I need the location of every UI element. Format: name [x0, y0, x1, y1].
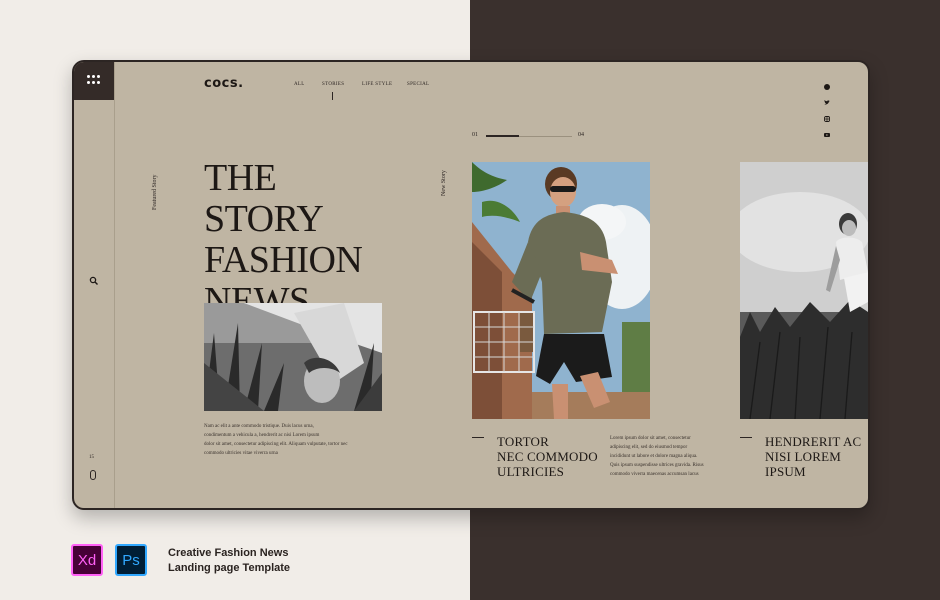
- new-story-label: New Story: [441, 170, 447, 196]
- nav-item-all[interactable]: ALL: [294, 82, 305, 87]
- pager-current: 01: [472, 132, 478, 138]
- nav-item-stories[interactable]: STORIES: [322, 82, 344, 87]
- twitter-icon[interactable]: [824, 100, 830, 106]
- scroll-mouse-icon[interactable]: [90, 470, 96, 480]
- story-2-title[interactable]: HENDRERIT AC NISI LOREM IPSUM: [765, 434, 861, 479]
- featured-story-image[interactable]: [204, 303, 382, 411]
- hero-body-text: Nam ac elit a ante commodo tristique. Du…: [204, 424, 348, 456]
- featured-story-label: Featured Story: [152, 174, 158, 211]
- hero-headline: THE STORY FASHION NEWS: [204, 157, 363, 322]
- story-1-body: Lorem ipsum dolor sit amet, consectetur …: [610, 436, 704, 477]
- instagram-icon[interactable]: [824, 116, 830, 122]
- story-2-image[interactable]: [740, 162, 868, 419]
- nav-item-special[interactable]: SPECIAL: [407, 82, 429, 87]
- pager-progress: [486, 135, 519, 137]
- story-count: 15: [89, 455, 94, 460]
- story-2-dash: [740, 437, 752, 438]
- promo-caption: Creative Fashion News Landing page Templ…: [168, 547, 291, 574]
- pager-total: 04: [578, 132, 584, 138]
- sidebar-divider: [114, 62, 115, 508]
- facebook-icon[interactable]: [824, 84, 830, 90]
- brand-logo[interactable]: cocs.: [204, 76, 244, 91]
- grid-menu-icon: [87, 75, 101, 85]
- menu-button[interactable]: [74, 62, 114, 100]
- new-story-image[interactable]: [472, 162, 650, 419]
- nav-item-life-style[interactable]: LIFE STYLE: [362, 82, 392, 87]
- adobe-xd-icon: Xd: [71, 544, 103, 576]
- story-1-dash: [472, 437, 484, 438]
- youtube-icon[interactable]: [824, 132, 830, 138]
- search-icon[interactable]: [89, 276, 99, 286]
- nav-active-indicator: [332, 92, 333, 100]
- story-1-title[interactable]: TORTOR NEC COMMODO ULTRICIES: [497, 434, 598, 479]
- photoshop-icon: Ps: [115, 544, 147, 576]
- browser-mockup: cocs. ALL STORIES LIFE STYLE SPECIAL Fea…: [72, 60, 870, 510]
